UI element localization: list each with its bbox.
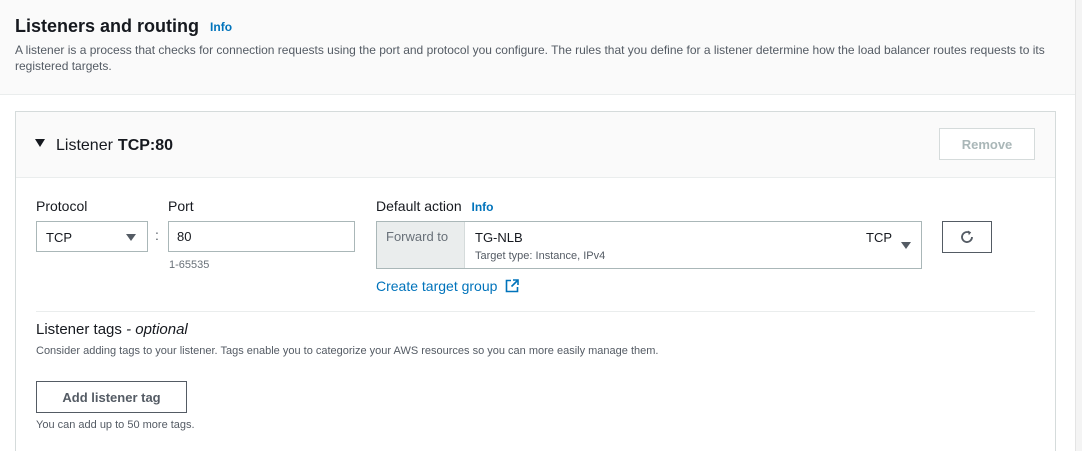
listener-card-header: Listener TCP:80 Remove [16,112,1055,178]
section-divider [36,311,1035,312]
dropdown-arrow-icon [126,234,136,241]
protocol-label: Protocol [36,198,88,214]
dropdown-arrow-icon [901,242,911,249]
listener-tags-title-text: Listener tags [36,321,122,338]
listener-card: Listener TCP:80 Remove Protocol TCP : Por… [15,111,1056,451]
target-group-type: Target type: Instance, IPv4 [475,250,606,262]
listener-heading-value: TCP:80 [117,137,174,154]
refresh-target-groups-button[interactable] [942,221,992,253]
protocol-port-separator: : [155,227,159,243]
section-header: Listeners and routing Info A listener is… [0,0,1082,95]
target-group-select[interactable]: Forward to TG-NLB Target type: Instance,… [376,221,922,269]
add-listener-tag-button[interactable]: Add listener tag [36,381,187,413]
forward-to-addon: Forward to [377,222,465,268]
external-link-icon [505,279,520,293]
create-target-group-text: Create target group [376,278,498,294]
target-group-name: TG-NLB [475,230,523,245]
port-label: Port [168,198,194,214]
listener-tags-title: Listener tags - optional [36,321,188,338]
target-group-protocol: TCP [866,230,892,245]
collapse-caret-icon[interactable] [35,139,45,147]
create-target-group-link[interactable]: Create target group [376,278,520,294]
listener-tags-optional: - optional [126,321,188,338]
remove-listener-button[interactable]: Remove [939,128,1035,160]
tags-limit-hint: You can add up to 50 more tags. [36,419,195,431]
default-action-label: Default action Info [376,198,494,214]
section-title: Listeners and routing Info [15,16,232,37]
listener-heading-prefix: Listener [56,137,113,154]
section-info-link[interactable]: Info [210,20,232,34]
section-description: A listener is a process that checks for … [15,43,1045,73]
port-range-hint: 1-65535 [169,259,210,271]
default-action-label-text: Default action [376,198,462,214]
section-title-text: Listeners and routing [15,16,200,36]
refresh-icon [961,230,973,243]
listener-tags-description: Consider adding tags to your listener. T… [36,345,659,357]
protocol-select[interactable]: TCP [36,221,148,252]
section-body: Listener TCP:80 Remove Protocol TCP : Por… [0,95,1075,451]
protocol-select-value: TCP [46,230,72,245]
listener-heading: Listener TCP:80 [56,137,173,155]
port-input[interactable] [168,221,355,252]
default-action-info-link[interactable]: Info [472,200,494,214]
vertical-scrollbar[interactable] [1075,0,1082,451]
